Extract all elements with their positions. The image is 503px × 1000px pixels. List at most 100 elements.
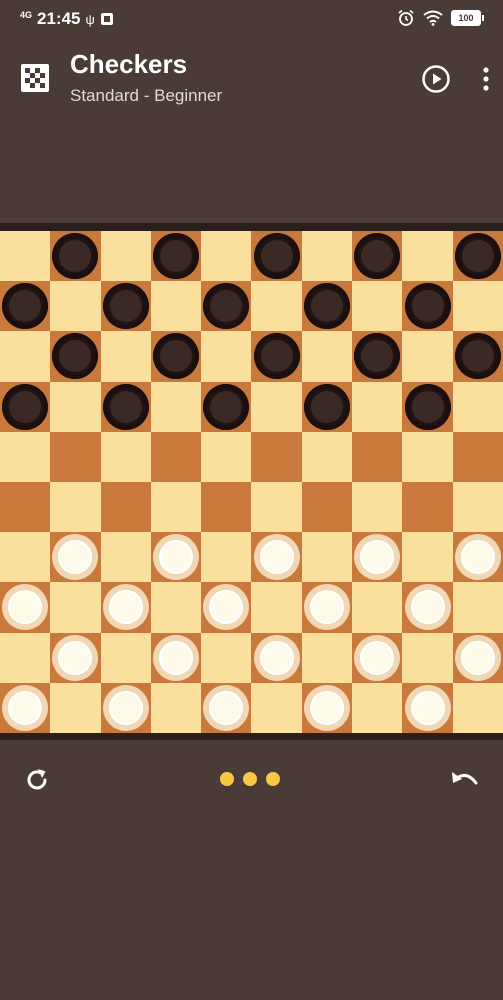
black-checker-piece[interactable] (354, 333, 401, 380)
board-square[interactable] (301, 281, 353, 332)
board-square[interactable] (402, 532, 453, 583)
white-checker-piece[interactable] (2, 684, 49, 731)
board-square[interactable] (402, 632, 453, 683)
black-checker-piece[interactable] (454, 333, 501, 380)
board-square[interactable] (301, 682, 353, 733)
board-square[interactable] (301, 532, 353, 583)
board-square[interactable] (352, 231, 403, 282)
black-checker-piece[interactable] (404, 283, 451, 330)
board-square[interactable] (50, 381, 101, 432)
play-icon[interactable] (421, 64, 451, 94)
board-square[interactable] (201, 532, 252, 583)
board-square[interactable] (201, 331, 252, 382)
board-square[interactable] (201, 281, 252, 332)
white-checker-piece[interactable] (454, 534, 501, 581)
board-square[interactable] (100, 532, 151, 583)
undo-icon[interactable] (449, 766, 481, 794)
white-checker-piece[interactable] (354, 634, 401, 681)
board-square[interactable] (50, 331, 101, 382)
board-square[interactable] (251, 381, 302, 432)
black-checker-piece[interactable] (153, 333, 200, 380)
black-checker-piece[interactable] (203, 283, 250, 330)
board-square[interactable] (100, 682, 151, 733)
board-square[interactable] (50, 481, 101, 533)
white-checker-piece[interactable] (454, 634, 501, 681)
white-checker-piece[interactable] (203, 584, 250, 631)
board-square[interactable] (201, 231, 252, 282)
board-square[interactable] (100, 231, 151, 282)
black-checker-piece[interactable] (303, 283, 350, 330)
board-square[interactable] (100, 381, 151, 432)
board-square[interactable] (251, 331, 302, 382)
board-square[interactable] (0, 481, 51, 533)
board-square[interactable] (301, 231, 353, 282)
board-square[interactable] (150, 532, 202, 583)
board-square[interactable] (452, 331, 503, 382)
board-square[interactable] (352, 331, 403, 382)
board-square[interactable] (352, 281, 403, 332)
board-square[interactable] (402, 582, 453, 633)
white-checker-piece[interactable] (153, 634, 200, 681)
board-square[interactable] (100, 632, 151, 683)
board-square[interactable] (452, 532, 503, 583)
board-square[interactable] (301, 331, 353, 382)
board-square[interactable] (201, 381, 252, 432)
board-square[interactable] (352, 481, 403, 533)
white-checker-piece[interactable] (303, 584, 350, 631)
board-square[interactable] (100, 431, 151, 482)
black-checker-piece[interactable] (52, 333, 99, 380)
board-square[interactable] (100, 281, 151, 332)
board-square[interactable] (150, 682, 202, 733)
board-square[interactable] (452, 632, 503, 683)
white-checker-piece[interactable] (253, 534, 300, 581)
board-square[interactable] (452, 431, 503, 482)
board-square[interactable] (301, 381, 353, 432)
white-checker-piece[interactable] (52, 534, 99, 581)
board-square[interactable] (50, 682, 101, 733)
board-square[interactable] (251, 481, 302, 533)
white-checker-piece[interactable] (203, 684, 250, 731)
black-checker-piece[interactable] (2, 283, 49, 330)
white-checker-piece[interactable] (153, 534, 200, 581)
black-checker-piece[interactable] (404, 383, 451, 430)
board-square[interactable] (150, 331, 202, 382)
board-square[interactable] (0, 331, 51, 382)
board-square[interactable] (201, 682, 252, 733)
white-checker-piece[interactable] (253, 634, 300, 681)
white-checker-piece[interactable] (2, 584, 49, 631)
board-square[interactable] (0, 682, 51, 733)
board-square[interactable] (0, 381, 51, 432)
board-square[interactable] (251, 582, 302, 633)
board-square[interactable] (150, 281, 202, 332)
board-square[interactable] (251, 281, 302, 332)
board-square[interactable] (251, 532, 302, 583)
board-square[interactable] (201, 632, 252, 683)
board-square[interactable] (100, 582, 151, 633)
white-checker-piece[interactable] (303, 684, 350, 731)
board-square[interactable] (402, 682, 453, 733)
black-checker-piece[interactable] (102, 283, 149, 330)
board-square[interactable] (50, 632, 101, 683)
board-square[interactable] (50, 281, 101, 332)
board-square[interactable] (301, 582, 353, 633)
board-square[interactable] (452, 682, 503, 733)
board-square[interactable] (150, 632, 202, 683)
black-checker-piece[interactable] (52, 233, 99, 280)
checkers-board[interactable] (0, 231, 503, 733)
board-square[interactable] (201, 481, 252, 533)
board-square[interactable] (150, 481, 202, 533)
board-square[interactable] (352, 682, 403, 733)
board-square[interactable] (150, 431, 202, 482)
board-square[interactable] (251, 431, 302, 482)
white-checker-piece[interactable] (354, 534, 401, 581)
board-square[interactable] (0, 431, 51, 482)
black-checker-piece[interactable] (454, 233, 501, 280)
board-square[interactable] (100, 331, 151, 382)
board-square[interactable] (50, 231, 101, 282)
board-square[interactable] (50, 582, 101, 633)
board-square[interactable] (251, 231, 302, 282)
board-square[interactable] (352, 532, 403, 583)
board-square[interactable] (301, 481, 353, 533)
black-checker-piece[interactable] (253, 333, 300, 380)
board-square[interactable] (0, 231, 51, 282)
